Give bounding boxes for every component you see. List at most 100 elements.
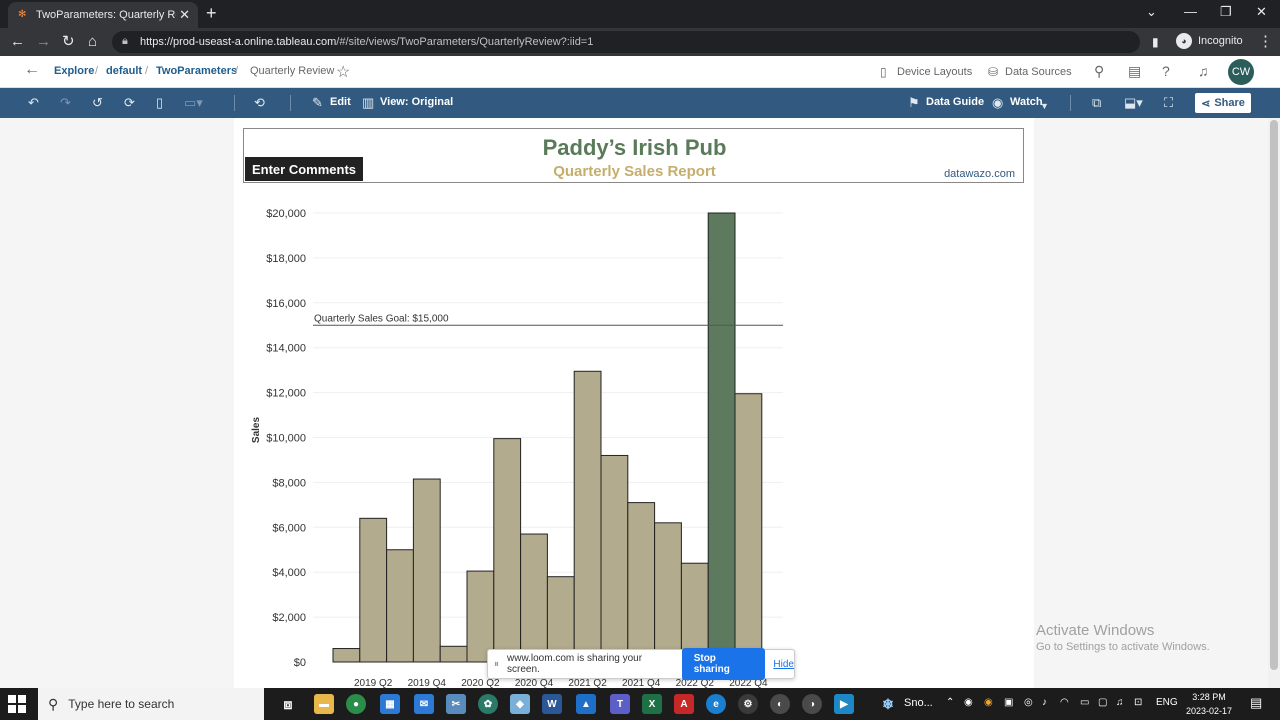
watch-dropdown-icon[interactable]: ▼ bbox=[1040, 98, 1049, 114]
start-windows-icon[interactable] bbox=[8, 695, 26, 713]
image-viewer-icon[interactable]: ▲ bbox=[576, 694, 596, 714]
notifications-icon[interactable]: ▤ bbox=[1250, 695, 1262, 711]
credit-link[interactable]: datawazo.com bbox=[944, 168, 1015, 180]
file-explorer-icon[interactable]: ▬ bbox=[314, 694, 334, 714]
minimize-icon[interactable]: — bbox=[1184, 4, 1197, 19]
bar[interactable] bbox=[654, 522, 682, 663]
browser-menu-icon[interactable]: ⋮ bbox=[1258, 33, 1273, 51]
volume-icon[interactable]: ♫ bbox=[1116, 697, 1124, 708]
close-tab-icon[interactable]: ✕ bbox=[179, 7, 190, 23]
tray-app-icon[interactable]: ◉ bbox=[964, 697, 973, 708]
scrollbar-thumb[interactable] bbox=[1270, 120, 1278, 670]
teams-icon[interactable]: T bbox=[610, 694, 630, 714]
redo-icon[interactable]: ↷ bbox=[60, 95, 71, 111]
replay-animation-icon[interactable]: ▭▾ bbox=[184, 95, 203, 111]
media-icon[interactable]: ▶ bbox=[834, 694, 854, 714]
chrome-icon[interactable]: ● bbox=[346, 694, 366, 714]
stop-sharing-button[interactable]: Stop sharing bbox=[681, 648, 766, 680]
data-sources-button[interactable]: Data Sources bbox=[1005, 66, 1072, 78]
tray-app-icon[interactable]: ◎ bbox=[1024, 697, 1033, 708]
enter-comments-button[interactable]: Enter Comments bbox=[245, 157, 363, 181]
tray-expand-icon[interactable]: ⌃ bbox=[946, 697, 954, 708]
tray-app-icon[interactable]: ▣ bbox=[1004, 697, 1013, 708]
snipping-tool-icon[interactable]: ✂ bbox=[446, 694, 466, 714]
new-tab-icon[interactable]: + bbox=[206, 3, 217, 24]
bar[interactable] bbox=[520, 533, 548, 663]
restore-icon[interactable]: ❐ bbox=[1220, 4, 1232, 20]
bar[interactable] bbox=[359, 517, 388, 663]
bar[interactable] bbox=[439, 645, 468, 663]
display-icon[interactable]: ▢ bbox=[1098, 697, 1107, 708]
back-icon[interactable]: ← bbox=[10, 33, 25, 51]
task-view-icon[interactable]: ⧈ bbox=[278, 694, 298, 714]
bar[interactable] bbox=[332, 648, 361, 663]
bar[interactable] bbox=[386, 549, 414, 663]
fullscreen-icon[interactable]: ⛶ bbox=[1164, 95, 1173, 111]
incognito-indicator[interactable]: ◕ Incognito bbox=[1176, 33, 1243, 49]
snowflake-icon[interactable]: ❄ bbox=[878, 694, 898, 714]
hide-banner-link[interactable]: Hide bbox=[773, 659, 794, 670]
tray-app-icon[interactable]: ◉ bbox=[984, 697, 993, 708]
app-icon[interactable]: ◐ bbox=[770, 694, 790, 714]
user-avatar[interactable]: CW bbox=[1228, 59, 1254, 85]
system-clock[interactable]: 3:28 PM 2023-02-17 bbox=[1186, 690, 1232, 718]
vertical-scrollbar[interactable] bbox=[1268, 118, 1280, 688]
watch-button[interactable]: Watch bbox=[1010, 96, 1043, 108]
view-original-button[interactable]: View: Original bbox=[380, 96, 453, 108]
bar[interactable] bbox=[734, 393, 763, 663]
acrobat-icon[interactable]: A bbox=[674, 694, 694, 714]
browser-tab[interactable]: ✻ TwoParameters: Quarterly Review ✕ bbox=[8, 2, 198, 28]
notification-bell-icon[interactable]: ♫ bbox=[1198, 63, 1209, 79]
network-icon[interactable]: ⊡ bbox=[1134, 697, 1142, 708]
pinned-app-label[interactable]: Sno... bbox=[904, 697, 933, 709]
app-icon[interactable]: ✿ bbox=[478, 694, 498, 714]
notes-icon[interactable]: ▤ bbox=[1128, 63, 1141, 80]
notes-app-icon[interactable]: ◆ bbox=[510, 694, 530, 714]
bar[interactable] bbox=[707, 212, 736, 663]
data-guide-button[interactable]: Data Guide bbox=[926, 96, 984, 108]
bar[interactable] bbox=[627, 502, 656, 663]
battery-icon[interactable]: ▭ bbox=[1080, 697, 1089, 708]
favorite-star-icon[interactable]: ☆ bbox=[336, 62, 350, 82]
undo-icon[interactable]: ↶ bbox=[28, 95, 39, 111]
bar[interactable] bbox=[600, 454, 629, 663]
mail-icon[interactable]: ✉ bbox=[414, 694, 434, 714]
breadcrumb-explore[interactable]: Explore bbox=[54, 65, 94, 77]
excel-icon[interactable]: X bbox=[642, 694, 662, 714]
breadcrumb-project[interactable]: TwoParameters bbox=[156, 65, 237, 77]
drag-handle-icon[interactable]: ⏸ bbox=[494, 659, 499, 670]
breadcrumb-default[interactable]: default bbox=[106, 65, 142, 77]
lock-icon[interactable]: 🔒︎ bbox=[122, 35, 128, 48]
calendar-app-icon[interactable]: ▦ bbox=[380, 694, 400, 714]
device-layouts-button[interactable]: Device Layouts bbox=[897, 66, 972, 78]
help-icon[interactable]: ? bbox=[1162, 63, 1170, 79]
refresh-data-icon[interactable]: ⟳ bbox=[124, 95, 135, 111]
bar[interactable] bbox=[412, 478, 441, 663]
back-arrow-icon[interactable]: ← bbox=[24, 61, 40, 79]
metrics-icon[interactable]: ⟲ bbox=[254, 95, 265, 111]
download-icon[interactable]: ⬓▾ bbox=[1124, 95, 1143, 111]
bar[interactable] bbox=[493, 438, 522, 663]
microphone-icon[interactable]: ♪ bbox=[1042, 697, 1047, 708]
reload-icon[interactable]: ↻ bbox=[62, 33, 75, 51]
home-icon[interactable]: ⌂ bbox=[88, 33, 97, 51]
edge-icon[interactable]: e bbox=[706, 694, 726, 714]
sidebar-icon[interactable]: ▮ bbox=[1152, 33, 1159, 51]
tab-search-icon[interactable]: ⌄ bbox=[1146, 4, 1157, 20]
pause-updates-icon[interactable]: ▯ bbox=[156, 95, 163, 111]
revert-icon[interactable]: ↺ bbox=[92, 95, 103, 111]
bar[interactable] bbox=[573, 370, 602, 663]
search-icon[interactable]: ⚲ bbox=[1094, 63, 1104, 80]
close-window-icon[interactable]: ✕ bbox=[1256, 4, 1267, 20]
wifi-icon[interactable]: ◠ bbox=[1060, 697, 1069, 708]
edit-button[interactable]: Edit bbox=[330, 96, 351, 108]
comments-icon[interactable]: ⧉ bbox=[1092, 95, 1101, 111]
language-indicator[interactable]: ENG bbox=[1156, 697, 1178, 708]
share-button[interactable]: ⋖ Share bbox=[1195, 93, 1251, 113]
forward-icon[interactable]: → bbox=[36, 33, 51, 51]
app-icon[interactable]: ◑ bbox=[802, 694, 822, 714]
word-icon[interactable]: W bbox=[542, 694, 562, 714]
app-icon[interactable]: ⚙ bbox=[738, 694, 758, 714]
taskbar-search-box[interactable]: ⚲ Type here to search bbox=[38, 688, 264, 720]
address-bar[interactable]: 🔒︎ https://prod-useast-a.online.tableau.… bbox=[112, 31, 1140, 53]
